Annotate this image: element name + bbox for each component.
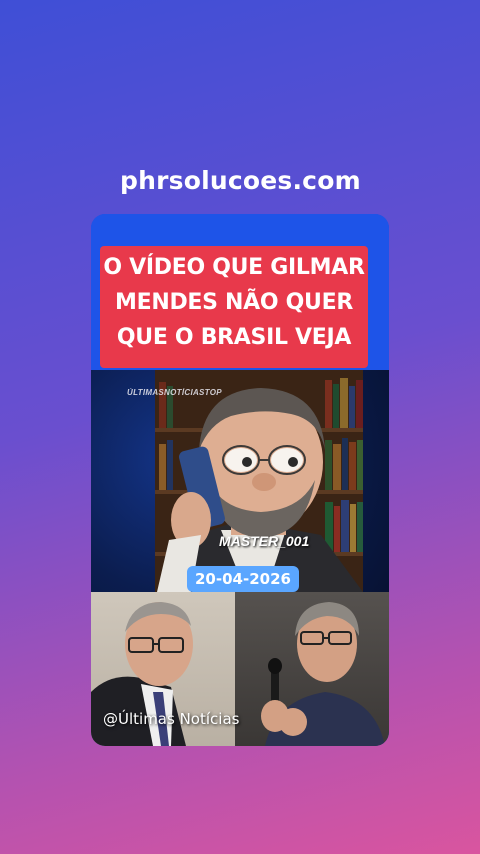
scene-caption: MASTER_001 <box>219 533 310 549</box>
source-credit: @Últimas Notícias <box>103 710 240 728</box>
headline-line-3: QUE O BRASIL VEJA <box>116 325 352 350</box>
headline-line-1: O VÍDEO QUE GILMAR <box>103 255 365 280</box>
puppet-scene-image: ÚLTIMASNOTÍCIASTOP MASTER_001 <box>91 370 389 592</box>
puppet-figure <box>157 388 363 592</box>
headline-band: O VÍDEO QUE GILMAR MENDES NÃO QUER QUE O… <box>91 214 389 370</box>
headline-box: O VÍDEO QUE GILMAR MENDES NÃO QUER QUE O… <box>100 246 368 368</box>
date-badge: 20-04-2026 <box>187 566 299 592</box>
man-with-microphone-illustration <box>261 602 385 746</box>
headline-line-2: MENDES NÃO QUER <box>115 290 353 315</box>
site-domain-label: phrsolucoes.com <box>120 166 361 195</box>
video-thumbnail-card[interactable]: O VÍDEO QUE GILMAR MENDES NÃO QUER QUE O… <box>91 214 389 746</box>
channel-watermark: ÚLTIMASNOTÍCIASTOP <box>127 388 222 397</box>
right-person-photo <box>235 592 389 746</box>
